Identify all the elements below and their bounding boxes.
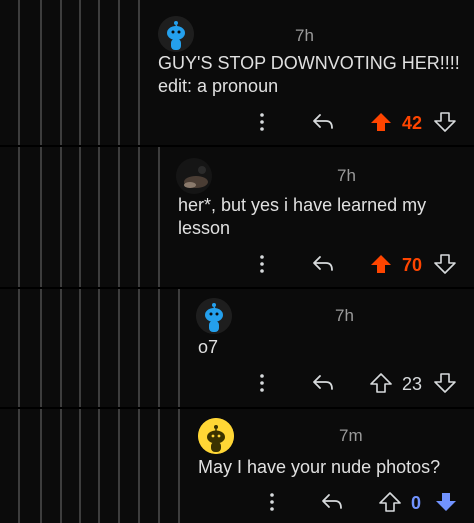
reply-icon[interactable] bbox=[312, 254, 334, 274]
thread-line[interactable] bbox=[118, 147, 120, 287]
more-options-icon[interactable] bbox=[265, 492, 279, 512]
thread-line[interactable] bbox=[18, 147, 20, 287]
upvote-arrow-icon[interactable] bbox=[370, 373, 392, 393]
thread-line[interactable] bbox=[158, 147, 160, 287]
thread-line[interactable] bbox=[178, 409, 180, 523]
thread-line[interactable] bbox=[40, 147, 42, 287]
thread-line[interactable] bbox=[60, 0, 62, 145]
thread-line[interactable] bbox=[178, 289, 180, 407]
vote-count: 42 bbox=[402, 113, 423, 133]
downvote-arrow-icon[interactable] bbox=[434, 112, 456, 132]
snoo-blue-avatar[interactable] bbox=[158, 16, 194, 52]
thread-line[interactable] bbox=[40, 0, 42, 145]
reply-icon[interactable] bbox=[312, 112, 334, 132]
more-options-icon[interactable] bbox=[255, 254, 269, 274]
thread-line[interactable] bbox=[118, 0, 120, 145]
comment-timestamp: 7h bbox=[295, 26, 314, 45]
thread-line[interactable] bbox=[118, 289, 120, 407]
thread-line[interactable] bbox=[60, 147, 62, 287]
thread-line[interactable] bbox=[158, 289, 160, 407]
downvote-arrow-icon[interactable] bbox=[434, 254, 456, 274]
comment-body: o7 bbox=[198, 337, 219, 357]
comment-timestamp: 7h bbox=[337, 166, 356, 185]
comment-timestamp: 7h bbox=[335, 306, 354, 325]
thread-line[interactable] bbox=[18, 0, 20, 145]
comment-timestamp: 7m bbox=[339, 426, 363, 445]
downvote-arrow-icon[interactable] bbox=[435, 492, 457, 512]
comment-body: her*, but yes i have learned my lesson bbox=[178, 195, 427, 238]
photo-avatar[interactable] bbox=[176, 158, 212, 194]
thread-line[interactable] bbox=[79, 0, 81, 145]
thread-line[interactable] bbox=[138, 0, 140, 145]
vote-count: 70 bbox=[402, 255, 423, 275]
vote-count: 23 bbox=[402, 374, 423, 394]
thread-line[interactable] bbox=[18, 289, 20, 407]
thread-line[interactable] bbox=[118, 409, 120, 523]
thread-line[interactable] bbox=[138, 147, 140, 287]
thread-line[interactable] bbox=[40, 409, 42, 523]
comment-separator bbox=[0, 287, 474, 289]
thread-line[interactable] bbox=[79, 289, 81, 407]
thread-line[interactable] bbox=[98, 289, 100, 407]
thread-line[interactable] bbox=[60, 409, 62, 523]
thread-line[interactable] bbox=[40, 289, 42, 407]
upvote-arrow-icon[interactable] bbox=[370, 254, 392, 274]
snoo-yellow-avatar[interactable] bbox=[198, 418, 234, 454]
downvote-arrow-icon[interactable] bbox=[434, 373, 456, 393]
thread-line[interactable] bbox=[138, 409, 140, 523]
reply-icon[interactable] bbox=[312, 373, 334, 393]
thread-line[interactable] bbox=[18, 409, 20, 523]
more-options-icon[interactable] bbox=[255, 373, 269, 393]
more-options-icon[interactable] bbox=[255, 112, 269, 132]
comment-body: May I have your nude photos? bbox=[198, 457, 441, 477]
thread-line[interactable] bbox=[79, 147, 81, 287]
upvote-arrow-icon[interactable] bbox=[370, 112, 392, 132]
thread-line[interactable] bbox=[158, 409, 160, 523]
thread-line[interactable] bbox=[79, 409, 81, 523]
reply-icon[interactable] bbox=[321, 492, 343, 512]
comment-separator bbox=[0, 407, 474, 409]
thread-line[interactable] bbox=[98, 147, 100, 287]
comment-body: GUY'S STOP DOWNVOTING HER!!!! edit: a pr… bbox=[158, 53, 460, 96]
comment-separator bbox=[0, 145, 474, 147]
snoo-blue-avatar[interactable] bbox=[196, 298, 232, 334]
thread-line[interactable] bbox=[98, 409, 100, 523]
thread-line[interactable] bbox=[138, 289, 140, 407]
vote-count: 0 bbox=[411, 493, 422, 513]
upvote-arrow-icon[interactable] bbox=[379, 492, 401, 512]
thread-line[interactable] bbox=[98, 0, 100, 145]
thread-line[interactable] bbox=[60, 289, 62, 407]
